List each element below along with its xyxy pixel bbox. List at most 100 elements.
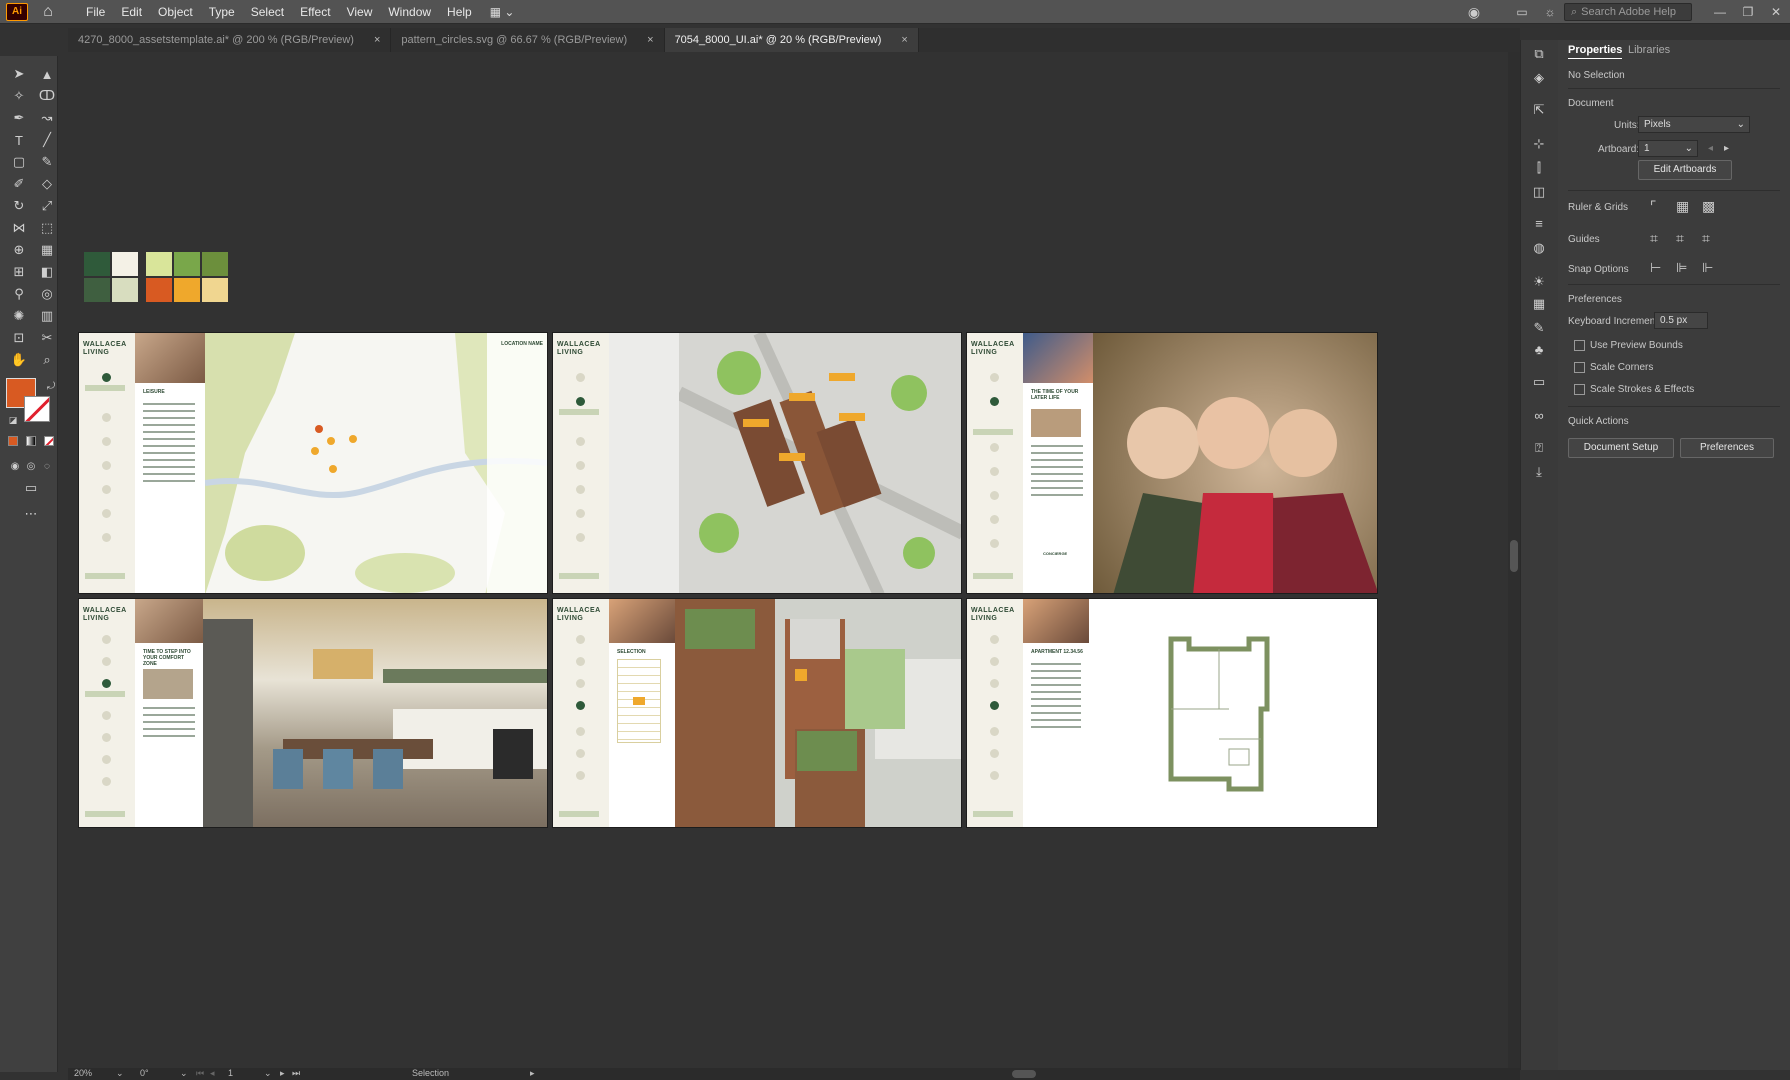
chevron-down-icon[interactable]: ⌄ xyxy=(180,1068,188,1079)
nav-gallery-icon[interactable] xyxy=(102,755,111,764)
nav-living-icon[interactable] xyxy=(102,657,111,666)
draw-inside-icon[interactable]: ◌ xyxy=(36,456,58,476)
color-swatch[interactable] xyxy=(84,252,110,276)
zoom-level[interactable]: 20% xyxy=(74,1068,92,1078)
nav-residences-icon[interactable] xyxy=(990,443,999,452)
perspective-grid-tool-icon[interactable]: ▦ xyxy=(36,240,58,260)
menu-help[interactable]: Help xyxy=(439,0,480,24)
lasso-tool-icon[interactable]: ↀ xyxy=(36,86,58,106)
screen-mode-icon[interactable]: ▭ xyxy=(20,478,42,498)
nav-living-icon[interactable] xyxy=(990,397,999,406)
stroke-color-swatch[interactable] xyxy=(24,396,50,422)
nav-collection-icon[interactable] xyxy=(102,533,111,542)
nav-location-icon[interactable] xyxy=(102,373,111,382)
artboard-floorplan[interactable]: WALLACEA LIVING APARTMENT 12.34.56 xyxy=(966,598,1378,828)
rotate-tool-icon[interactable]: ↻ xyxy=(8,196,30,216)
nav-films-icon[interactable] xyxy=(990,491,999,500)
menu-window[interactable]: Window xyxy=(380,0,439,24)
previous-artboard-icon[interactable]: ◂ xyxy=(1708,143,1713,154)
blend-tool-icon[interactable]: ◎ xyxy=(36,284,58,304)
symbol-sprayer-tool-icon[interactable]: ✺ xyxy=(8,306,30,326)
units-select[interactable]: Pixels ⌄ xyxy=(1638,116,1750,133)
transform-panel-icon[interactable]: ⊹ xyxy=(1529,136,1549,154)
close-tab-icon[interactable]: × xyxy=(901,34,907,46)
logout-button[interactable] xyxy=(973,573,1013,579)
nav-living-icon[interactable] xyxy=(102,413,111,422)
nav-location-icon[interactable] xyxy=(990,373,999,382)
grid-icon[interactable]: ▦ xyxy=(1676,198,1689,215)
nav-collection-icon[interactable] xyxy=(576,533,585,542)
keyboard-increment-input[interactable]: 0.5 px xyxy=(1654,312,1708,329)
minimize-icon[interactable]: — xyxy=(1706,5,1734,19)
menu-select[interactable]: Select xyxy=(243,0,292,24)
width-tool-icon[interactable]: ⋈ xyxy=(8,218,30,238)
rulers-icon[interactable]: ⌜ xyxy=(1650,198,1657,215)
nav-selection-icon[interactable] xyxy=(990,701,999,710)
color-swatch[interactable] xyxy=(146,252,172,276)
logout-button[interactable] xyxy=(559,573,599,579)
gradient-mode-button[interactable] xyxy=(26,436,36,446)
last-artboard-icon[interactable]: ⏭ xyxy=(292,1068,300,1079)
logout-button[interactable] xyxy=(85,811,125,817)
links-panel-icon[interactable]: ∞ xyxy=(1529,408,1549,426)
edit-toolbar-icon[interactable]: ⋯ xyxy=(20,504,42,524)
artboards-panel-icon[interactable]: ⧉ xyxy=(1529,46,1549,64)
graphic-styles-panel-icon[interactable]: ▦ xyxy=(1529,296,1549,314)
chevron-down-icon[interactable]: ⌄ xyxy=(264,1068,272,1079)
canvas-vertical-scrollbar[interactable] xyxy=(1508,52,1520,1068)
color-swatch[interactable] xyxy=(202,278,228,302)
scrollbar-thumb[interactable] xyxy=(1510,540,1518,572)
free-transform-tool-icon[interactable]: ⬚ xyxy=(36,218,58,238)
artboard-map[interactable]: LOCATION NAME WALLACEA LIVING LEISURE xyxy=(78,332,548,594)
artboard-select[interactable]: 1 ⌄ xyxy=(1638,140,1698,157)
previous-artboard-icon[interactable]: ◂ xyxy=(210,1068,215,1079)
snap-to-pixel-icon[interactable]: ⊫ xyxy=(1676,260,1687,276)
eraser-tool-icon[interactable]: ◇ xyxy=(36,174,58,194)
color-swatch[interactable] xyxy=(146,278,172,302)
status-menu-icon[interactable]: ▸ xyxy=(530,1068,535,1079)
shape-builder-tool-icon[interactable]: ⊕ xyxy=(8,240,30,260)
mesh-tool-icon[interactable]: ⊞ xyxy=(8,262,30,282)
nav-residences-icon[interactable] xyxy=(990,679,999,688)
type-tool-icon[interactable]: T xyxy=(8,130,30,150)
menu-object[interactable]: Object xyxy=(150,0,201,24)
menu-file[interactable]: File xyxy=(78,0,113,24)
pathfinder-panel-icon[interactable]: ◫ xyxy=(1529,184,1549,202)
hand-tool-icon[interactable]: ✋ xyxy=(8,350,30,370)
nav-gallery-icon[interactable] xyxy=(576,509,585,518)
lock-guides-icon[interactable]: ⌗ xyxy=(1676,230,1684,247)
maximize-icon[interactable]: ❐ xyxy=(1734,5,1762,19)
close-tab-icon[interactable]: × xyxy=(374,34,380,46)
tab-assetstemplate[interactable]: 4270_8000_assetstemplate.ai* @ 200 % (RG… xyxy=(68,28,392,52)
transparency-panel-icon[interactable]: ◍ xyxy=(1529,240,1549,258)
artboard-number[interactable]: 1 xyxy=(228,1068,233,1078)
eyedropper-tool-icon[interactable]: ⚲ xyxy=(8,284,30,304)
tab-properties[interactable]: Properties xyxy=(1568,44,1623,59)
swap-fill-stroke-icon[interactable]: ⤾ xyxy=(40,376,62,396)
nav-location-icon[interactable] xyxy=(102,635,111,644)
curvature-tool-icon[interactable]: ↝ xyxy=(36,108,58,128)
asset-export-panel-icon[interactable]: ⤓ xyxy=(1529,464,1549,482)
nav-active-item[interactable] xyxy=(85,385,125,391)
first-artboard-icon[interactable]: ⏮ xyxy=(196,1068,204,1079)
magic-wand-tool-icon[interactable]: ✧ xyxy=(8,86,30,106)
align-panel-icon[interactable]: ⫿ xyxy=(1529,160,1549,178)
artboard-lifestyle[interactable]: WALLACEA LIVING THE TIME OF YOUR LATER LI… xyxy=(966,332,1378,594)
nav-location-icon[interactable] xyxy=(576,373,585,382)
logout-button[interactable] xyxy=(559,811,599,817)
snap-to-glyph-icon[interactable]: ⊩ xyxy=(1702,260,1713,276)
nav-living-icon[interactable] xyxy=(576,657,585,666)
none-mode-button[interactable] xyxy=(44,436,54,446)
nav-selection-icon[interactable] xyxy=(576,461,585,470)
color-swatch[interactable] xyxy=(202,252,228,276)
selection-tool-icon[interactable]: ➤ xyxy=(8,64,30,84)
nav-active-item[interactable] xyxy=(973,429,1013,435)
artboard-aerial[interactable]: WALLACEA LIVING xyxy=(552,332,962,594)
nav-gallery-icon[interactable] xyxy=(102,509,111,518)
graph-tool-icon[interactable]: ▥ xyxy=(36,306,58,326)
selected-unit-cell[interactable] xyxy=(633,697,645,705)
scale-strokes-checkbox[interactable] xyxy=(1574,384,1585,395)
pen-tool-icon[interactable]: ✒ xyxy=(8,108,30,128)
artboard-tool-icon[interactable]: ⊡ xyxy=(8,328,30,348)
color-swatch[interactable] xyxy=(174,278,200,302)
